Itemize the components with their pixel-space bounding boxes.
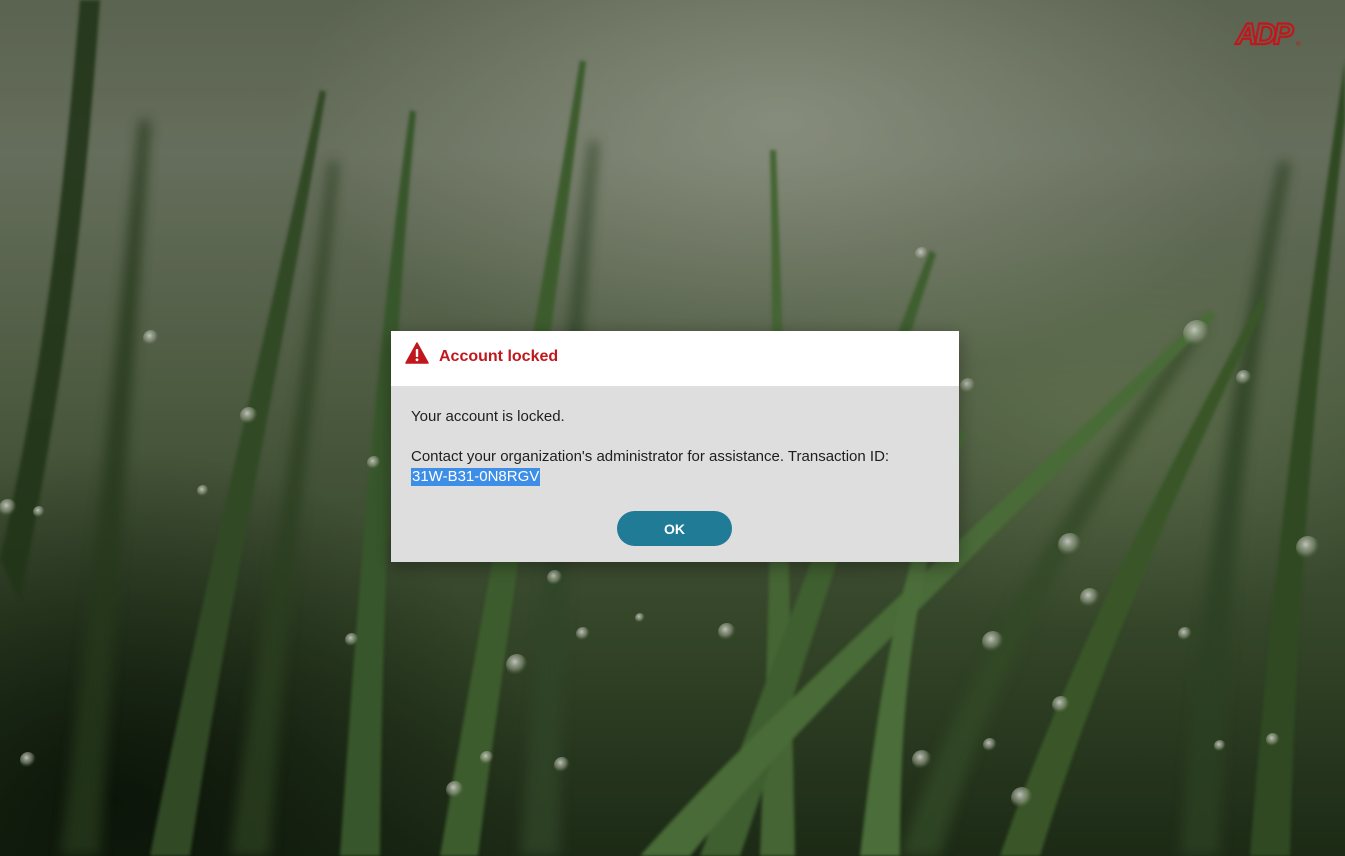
- ok-button[interactable]: OK: [617, 511, 732, 546]
- warning-triangle-icon: [405, 342, 429, 364]
- adp-logo: ADP ®: [1234, 17, 1301, 50]
- contact-admin-message: Contact your organization's administrato…: [411, 448, 890, 465]
- dialog-header: Account locked: [391, 331, 959, 386]
- login-page-background: ADP ® Account locked Your account is loc…: [0, 0, 1345, 856]
- adp-logo-text: ADP: [1235, 18, 1294, 50]
- locked-message: Your account is locked.: [411, 408, 565, 425]
- dialog-body: Your account is locked. Contact your org…: [411, 407, 941, 487]
- transaction-id-selected-text[interactable]: 31W-B31-0N8RGV: [411, 468, 541, 486]
- svg-text:®: ®: [1296, 41, 1301, 48]
- dialog-title: Account locked: [439, 348, 559, 365]
- account-locked-dialog: Account locked Your account is locked. C…: [391, 331, 959, 562]
